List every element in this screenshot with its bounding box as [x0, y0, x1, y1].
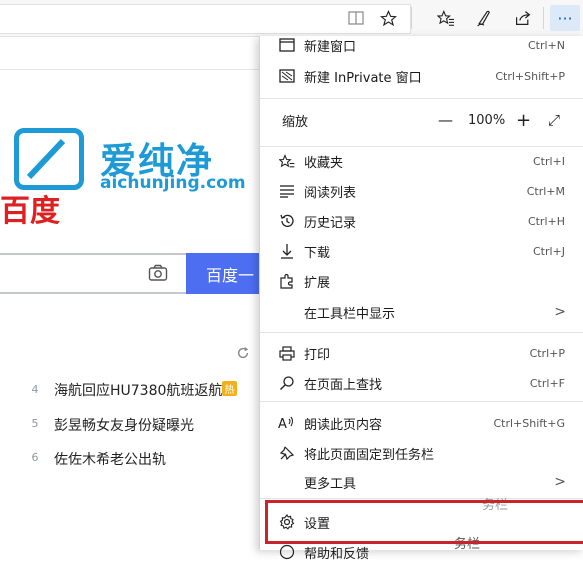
- extensions-icon: [278, 272, 296, 290]
- baidu-logo: 百度: [0, 194, 60, 229]
- menu-item-label: 新建 InPrivate 窗口: [304, 70, 422, 86]
- menu-item-more-tools[interactable]: 更多工具 >: [260, 468, 583, 496]
- news-item-link[interactable]: 海航回应HU7380航班返航: [54, 380, 222, 400]
- menu-item-label: 阅读列表: [304, 185, 357, 201]
- print-icon: [278, 344, 296, 362]
- menu-separator: [260, 401, 583, 402]
- menu-separator: [260, 332, 583, 333]
- download-icon: [278, 242, 296, 260]
- reading-list-icon: [278, 182, 296, 200]
- zoom-in-button[interactable]: +: [516, 110, 531, 131]
- zoom-out-button[interactable]: —: [438, 111, 453, 129]
- menu-separator: [260, 498, 583, 499]
- menu-item-shortcut: Ctrl+Shift+G: [493, 416, 565, 430]
- settings-highlight-box: [265, 500, 583, 544]
- new-window-icon: [278, 36, 296, 54]
- pen-icon[interactable]: [471, 5, 497, 31]
- toolbar-divider: [411, 7, 412, 29]
- news-item-link[interactable]: 佐佐木希老公出轨: [54, 449, 166, 469]
- menu-item-label: 朗读此页内容: [304, 417, 383, 433]
- menu-item-shortcut: Ctrl+P: [529, 346, 565, 360]
- pin-icon: [278, 444, 296, 462]
- menu-item-downloads[interactable]: 下载 Ctrl+J: [260, 237, 583, 265]
- more-icon[interactable]: ···: [550, 5, 580, 31]
- menu-item-shortcut: Ctrl+N: [527, 38, 565, 52]
- inprivate-icon: [278, 67, 296, 85]
- page-divider: [0, 69, 262, 70]
- watermark-url: aichunjing.com: [100, 173, 246, 193]
- news-rank: 6: [31, 451, 39, 464]
- menu-item-shortcut: Ctrl+J: [532, 244, 565, 258]
- menu-item-label: 在页面上查找: [304, 377, 383, 393]
- menu-item-label: 帮助和反馈: [304, 546, 370, 562]
- menu-item-show-in-toolbar[interactable]: 在工具栏中显示 >: [260, 298, 583, 326]
- menu-item-label: 收藏夹: [304, 155, 344, 171]
- menu-item-shortcut: Ctrl+I: [532, 154, 565, 168]
- favorites-icon: [278, 152, 296, 170]
- menu-item-label: 扩展: [304, 275, 331, 291]
- news-item-link[interactable]: 彭昱畅女友身份疑曝光: [54, 415, 194, 435]
- menu-item-read-aloud[interactable]: A 朗读此页内容 Ctrl+Shift+G: [260, 409, 583, 437]
- menu-item-zoom: 缩放 — 100% + ⤢: [260, 106, 583, 134]
- news-rank: 5: [31, 417, 39, 430]
- menu-item-shortcut: Ctrl+H: [527, 214, 565, 228]
- menu-item-shortcut: Ctrl+F: [529, 376, 565, 390]
- menu-item-label: 下载: [304, 245, 331, 261]
- menu-item-pin-to-taskbar[interactable]: 将此页面固定到任务栏: [260, 439, 583, 467]
- history-icon: [278, 212, 296, 230]
- toolbar-divider: [543, 7, 544, 29]
- menu-item-label: 历史记录: [304, 215, 357, 231]
- menu-item-shortcut: Ctrl+Shift+P: [495, 69, 565, 83]
- favorite-star-icon[interactable]: [375, 5, 401, 31]
- menu-item-label: 更多工具: [304, 476, 357, 492]
- menu-item-new-window[interactable]: 新建窗口 Ctrl+N: [260, 31, 583, 59]
- favorites-list-icon[interactable]: [433, 5, 459, 31]
- fullscreen-icon[interactable]: ⤢: [548, 111, 560, 129]
- chevron-right-icon: >: [554, 474, 566, 490]
- menu-item-extensions[interactable]: 扩展: [260, 267, 583, 295]
- menu-item-label: 将此页面固定到任务栏: [304, 447, 435, 463]
- menu-separator: [260, 98, 583, 99]
- watermark-logo-icon: [14, 128, 84, 190]
- zoom-label: 缩放: [282, 114, 309, 130]
- search-icon: [278, 374, 296, 392]
- read-aloud-icon: A: [278, 414, 296, 432]
- zoom-value: 100%: [468, 112, 506, 128]
- svg-text:A: A: [278, 417, 287, 431]
- menu-item-favorites[interactable]: 收藏夹 Ctrl+I: [260, 147, 583, 175]
- refresh-icon[interactable]: [236, 346, 250, 364]
- menu-item-print[interactable]: 打印 Ctrl+P: [260, 339, 583, 367]
- camera-icon[interactable]: [148, 264, 168, 282]
- menu-item-new-inprivate[interactable]: 新建 InPrivate 窗口 Ctrl+Shift+P: [260, 62, 583, 90]
- help-icon: [278, 543, 296, 561]
- menu-item-reading-list[interactable]: 阅读列表 Ctrl+M: [260, 177, 583, 205]
- settings-and-more-menu: 新建窗口 Ctrl+N 新建 InPrivate 窗口 Ctrl+Shift+P…: [259, 36, 583, 562]
- menu-item-label: 在工具栏中显示: [304, 306, 396, 322]
- menu-item-find-on-page[interactable]: 在页面上查找 Ctrl+F: [260, 369, 583, 397]
- menu-item-label: 打印: [304, 347, 331, 363]
- menu-item-label: 新建窗口: [304, 39, 357, 55]
- hot-badge: 热: [222, 381, 237, 396]
- reader-icon[interactable]: [343, 5, 369, 31]
- menu-item-history[interactable]: 历史记录 Ctrl+H: [260, 207, 583, 235]
- news-rank: 4: [31, 383, 39, 396]
- chevron-right-icon: >: [554, 304, 566, 320]
- search-button[interactable]: 百度一: [186, 253, 266, 294]
- share-icon[interactable]: [510, 5, 536, 31]
- menu-item-shortcut: Ctrl+M: [526, 184, 565, 198]
